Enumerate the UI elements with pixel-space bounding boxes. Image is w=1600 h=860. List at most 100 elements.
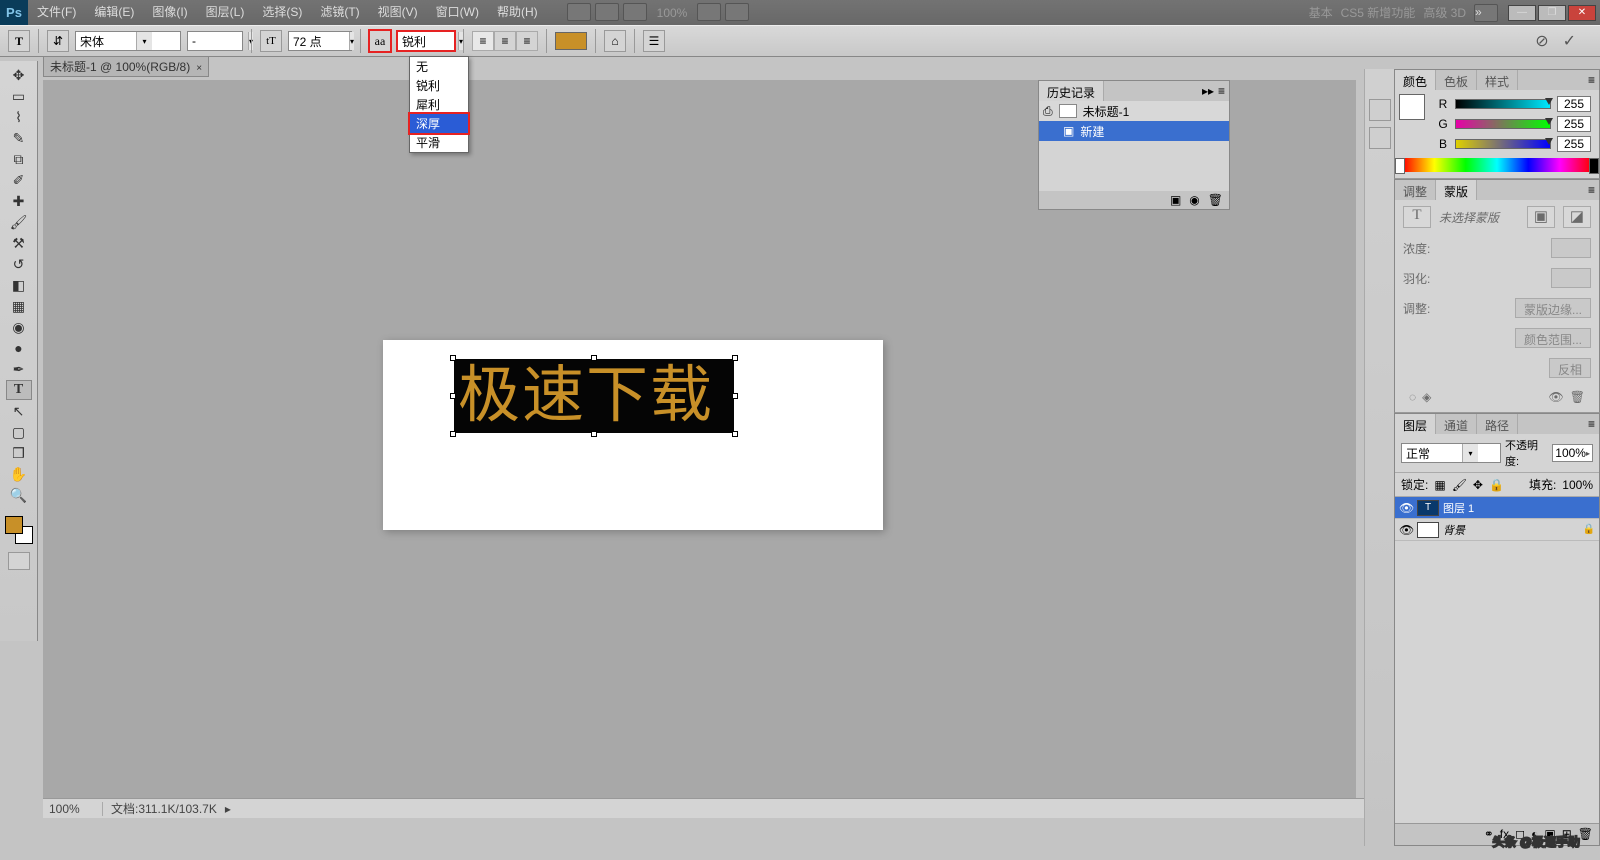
text-content[interactable]: 极速下载: [454, 362, 714, 430]
close-tab-icon[interactable]: ×: [196, 63, 202, 74]
quickmask-button[interactable]: [8, 552, 30, 570]
new-layer-icon[interactable]: ⊞: [1562, 827, 1572, 842]
font-size-select[interactable]: 72 点▾: [288, 31, 352, 51]
view-extras-icon[interactable]: [623, 3, 647, 21]
lock-all-icon[interactable]: 🔒: [1489, 478, 1504, 492]
character-panel-button[interactable]: ☰: [643, 30, 665, 52]
zoom-tool[interactable]: 🔍: [6, 485, 32, 505]
r-slider[interactable]: [1455, 99, 1551, 109]
g-slider[interactable]: [1455, 119, 1551, 129]
lock-trans-icon[interactable]: ▦: [1434, 478, 1445, 492]
type-tool[interactable]: T: [6, 380, 32, 400]
crop-tool[interactable]: ⧉: [6, 149, 32, 169]
panel-collapse-icon[interactable]: ▸▸: [1202, 84, 1214, 98]
panel-menu-icon[interactable]: ≡: [1588, 73, 1595, 87]
antialias-select[interactable]: 锐利▾: [397, 31, 455, 51]
text-layer-box[interactable]: 极速下载: [454, 359, 734, 433]
blur-tool[interactable]: ◉: [6, 317, 32, 337]
vector-mask-button[interactable]: ◪: [1563, 206, 1591, 228]
path-select-tool[interactable]: ↖: [6, 401, 32, 421]
shape-tool[interactable]: ▢: [6, 422, 32, 442]
g-value[interactable]: 255: [1557, 116, 1591, 132]
masks-tab[interactable]: 蒙版: [1436, 180, 1477, 200]
swatches-tab[interactable]: 色板: [1436, 70, 1477, 90]
workspace-more-icon[interactable]: »: [1474, 4, 1498, 22]
history-step[interactable]: ▣ 新建: [1039, 121, 1229, 141]
commit-edit-icon[interactable]: ✓: [1563, 31, 1576, 51]
screen-mode-icon[interactable]: [725, 3, 749, 21]
zoom-level[interactable]: 100%: [651, 3, 694, 23]
pixel-mask-button[interactable]: ▣: [1527, 206, 1555, 228]
launch-bridge-icon[interactable]: [567, 3, 591, 21]
fill-input[interactable]: 100%: [1562, 478, 1593, 492]
load-sel-icon[interactable]: ◌: [1409, 390, 1416, 404]
brush-tool[interactable]: 🖌: [6, 212, 32, 232]
warp-text-button[interactable]: ⌂: [604, 30, 626, 52]
aa-option-sharp[interactable]: 锐利: [410, 76, 468, 95]
lock-pixels-icon[interactable]: 🖌: [1452, 478, 1467, 492]
pen-tool[interactable]: ✒: [6, 359, 32, 379]
align-center-button[interactable]: ≡: [494, 31, 516, 51]
foreground-color-swatch[interactable]: [5, 516, 23, 534]
layer-row[interactable]: 👁 T 图层 1: [1395, 497, 1599, 519]
stamp-tool[interactable]: ⚒: [6, 233, 32, 253]
marquee-tool[interactable]: ▭: [6, 86, 32, 106]
menu-window[interactable]: 窗口(W): [427, 0, 488, 25]
arrange-docs-icon[interactable]: [697, 3, 721, 21]
adjustment-layer-icon[interactable]: ◐: [1531, 827, 1538, 842]
menu-edit[interactable]: 编辑(E): [85, 0, 143, 25]
aa-option-strong[interactable]: 深厚: [410, 114, 468, 133]
workspace-cs5[interactable]: CS5 新增功能: [1341, 4, 1416, 21]
swatch-selector[interactable]: [3, 514, 35, 546]
apply-mask-icon[interactable]: ◈: [1422, 390, 1431, 404]
opacity-input[interactable]: 100%: [1552, 444, 1593, 462]
color-range-button[interactable]: 颜色范围...: [1515, 328, 1591, 348]
styles-tab[interactable]: 样式: [1477, 70, 1518, 90]
workspace-basic[interactable]: 基本: [1309, 4, 1333, 21]
status-zoom[interactable]: 100%: [43, 802, 103, 816]
adjustments-tab[interactable]: 调整: [1395, 180, 1436, 200]
dodge-tool[interactable]: ●: [6, 338, 32, 358]
visibility-icon[interactable]: 👁: [1399, 501, 1413, 515]
menu-view[interactable]: 视图(V): [369, 0, 427, 25]
dock-slot-icon[interactable]: [1369, 99, 1391, 121]
status-docsize[interactable]: 文档:311.1K/103.7K: [103, 800, 225, 817]
launch-mb-icon[interactable]: [595, 3, 619, 21]
document-canvas[interactable]: 极速下载: [383, 340, 883, 530]
panel-menu-icon[interactable]: ≡: [1218, 84, 1225, 98]
window-maximize-button[interactable]: ❐: [1538, 5, 1566, 21]
b-slider[interactable]: [1455, 139, 1551, 149]
font-family-select[interactable]: 宋体▾: [75, 31, 181, 51]
toggle-mask-icon[interactable]: 👁: [1549, 390, 1564, 404]
text-color-swatch[interactable]: [555, 32, 587, 50]
hand-tool[interactable]: ✋: [6, 464, 32, 484]
aa-option-smooth[interactable]: 平滑: [410, 133, 468, 152]
menu-image[interactable]: 图像(I): [143, 0, 196, 25]
layer-mask-icon[interactable]: ◻: [1515, 827, 1525, 842]
text-orientation-button[interactable]: ⇵: [47, 30, 69, 52]
delete-layer-icon[interactable]: 🗑: [1578, 827, 1593, 842]
invert-button[interactable]: 反相: [1549, 358, 1591, 378]
link-layers-icon[interactable]: ⚭: [1484, 827, 1494, 842]
layer-style-icon[interactable]: fx: [1500, 827, 1509, 842]
lasso-tool[interactable]: ⌇: [6, 107, 32, 127]
layers-tab[interactable]: 图层: [1395, 414, 1436, 434]
eyedropper-tool[interactable]: ✐: [6, 170, 32, 190]
window-minimize-button[interactable]: —: [1508, 5, 1536, 21]
color-panel-swatch[interactable]: [1399, 94, 1425, 120]
3d-tool[interactable]: ❒: [6, 443, 32, 463]
move-tool[interactable]: ✥: [6, 65, 32, 85]
font-style-select[interactable]: -▾: [187, 31, 243, 51]
create-snapshot-icon[interactable]: ◉: [1189, 193, 1199, 207]
menu-select[interactable]: 选择(S): [253, 0, 311, 25]
panel-menu-icon[interactable]: ≡: [1588, 417, 1595, 431]
paths-tab[interactable]: 路径: [1477, 414, 1518, 434]
menu-help[interactable]: 帮助(H): [488, 0, 547, 25]
color-tab[interactable]: 颜色: [1395, 70, 1436, 90]
layer-row[interactable]: 👁 背景 🔒: [1395, 519, 1599, 541]
lock-pos-icon[interactable]: ✥: [1473, 478, 1483, 492]
aa-option-none[interactable]: 无: [410, 57, 468, 76]
panel-menu-icon[interactable]: ≡: [1588, 183, 1595, 197]
history-tab[interactable]: 历史记录: [1039, 81, 1104, 101]
group-icon[interactable]: ▣: [1544, 827, 1555, 842]
